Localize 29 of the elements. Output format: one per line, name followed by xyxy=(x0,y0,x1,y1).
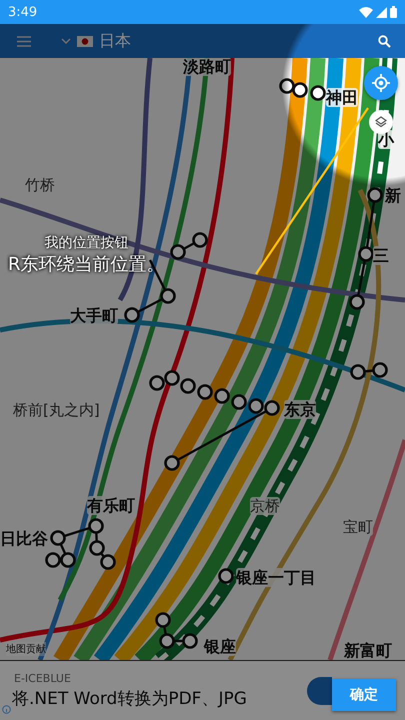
wifi-icon xyxy=(359,6,373,18)
station-label: 新 xyxy=(385,186,401,206)
station-label: 宝町 xyxy=(343,518,373,536)
station-label: 三 xyxy=(373,246,389,266)
station-label: 竹桥 xyxy=(25,176,55,194)
ad-advertiser: E-ICEBLUE xyxy=(13,672,72,684)
battery-icon xyxy=(390,6,397,18)
station-label: 银座 xyxy=(204,637,236,656)
station-label: 淡路町 xyxy=(183,58,231,76)
station-label: 神田 xyxy=(326,88,358,108)
caret-icon xyxy=(61,38,71,44)
ad-open-button[interactable] xyxy=(307,676,332,704)
station-label: 桥前[丸之内] xyxy=(13,401,100,419)
station-label: 新富町 xyxy=(344,641,392,660)
confirm-button[interactable]: 确定 xyxy=(332,679,396,711)
station-label: 有乐町 xyxy=(87,496,135,516)
station-label: 日比谷 xyxy=(0,529,48,548)
station-label: 大手町 xyxy=(70,306,118,326)
station-label: 东京 xyxy=(284,400,316,420)
region-dropdown[interactable]: 日本 xyxy=(61,30,131,52)
status-time: 3:49 xyxy=(8,4,38,20)
layers-icon xyxy=(375,116,387,128)
flag-icon xyxy=(77,36,93,46)
ad-headline: 将.NET Word转换为PDF、JPG xyxy=(12,688,248,710)
location-target-icon xyxy=(372,74,390,92)
station-label: 京桥 xyxy=(250,497,280,515)
search-icon[interactable] xyxy=(378,34,391,48)
signal-icon xyxy=(376,6,387,18)
station-label: 银座一丁目 xyxy=(236,568,316,588)
